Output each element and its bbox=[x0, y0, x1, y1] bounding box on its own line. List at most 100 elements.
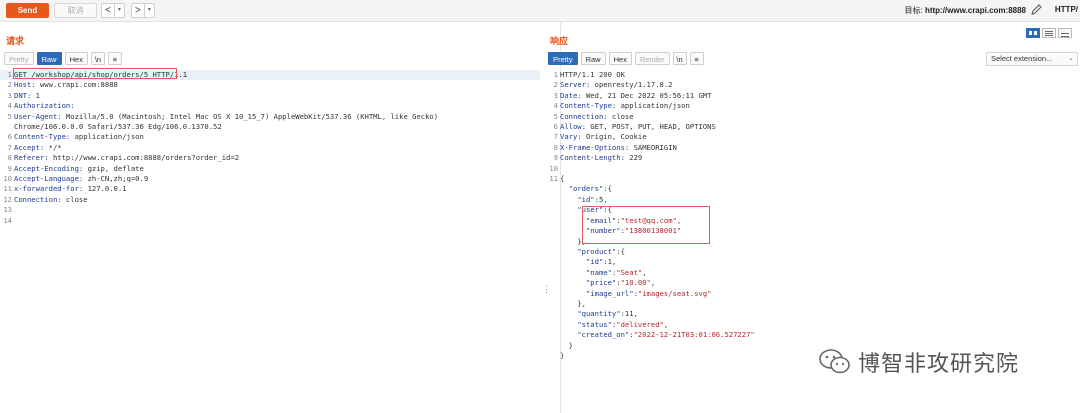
header-name: X-Frame-Options: bbox=[560, 142, 630, 152]
tab-pretty[interactable]: Pretty bbox=[4, 52, 34, 65]
edit-target-icon[interactable] bbox=[1030, 3, 1042, 17]
code-line: 12 Connection: close bbox=[0, 195, 540, 205]
line-number: 7 bbox=[553, 132, 558, 142]
request-tab-bar: Pretty Raw Hex \n ≡ bbox=[4, 52, 122, 66]
line-number bbox=[546, 247, 560, 257]
response-tab-bar: Pretty Raw Hex Render \n ≡ bbox=[548, 52, 704, 66]
code-line: 9 Content-Length: 229 bbox=[546, 153, 1076, 163]
header-value: Chrome/106.0.0.0 Safari/537.36 Edg/106.0… bbox=[14, 122, 222, 132]
line-number: 4 bbox=[553, 101, 558, 111]
header-name: Server: bbox=[560, 80, 591, 90]
line-number: 8 bbox=[7, 153, 12, 163]
line-number bbox=[546, 237, 560, 247]
header-name: Connection: bbox=[560, 111, 608, 121]
json-line: "price":"10.00", bbox=[546, 278, 1076, 288]
line-number: 5 bbox=[7, 111, 12, 121]
header-value: gzip, deflate bbox=[83, 163, 144, 173]
target-label: 目标: bbox=[904, 6, 923, 15]
header-value: Mozilla/5.0 (Macintosh; Intel Mac OS X 1… bbox=[61, 111, 439, 121]
header-value: close bbox=[61, 194, 88, 204]
line-number bbox=[546, 299, 560, 309]
forward-nav[interactable]: > ▾ bbox=[131, 3, 155, 18]
header-value: close bbox=[607, 111, 634, 121]
json-line: "quantity":11, bbox=[546, 309, 1076, 319]
line-number bbox=[546, 320, 560, 330]
header-name: Content-Type: bbox=[560, 101, 617, 111]
line-number bbox=[546, 330, 560, 340]
header-name: Referer: bbox=[14, 153, 49, 163]
tab-menu-icon[interactable]: ≡ bbox=[107, 52, 122, 65]
json-line: }, bbox=[546, 299, 1076, 309]
json-line: "id":1, bbox=[546, 257, 1076, 267]
header-value: 1 bbox=[31, 90, 40, 100]
header-value: */* bbox=[44, 142, 62, 152]
header-name: Authorization: bbox=[14, 101, 75, 111]
header-name: Vary: bbox=[560, 132, 582, 142]
json-line: "id":5, bbox=[546, 195, 1076, 205]
line-number bbox=[546, 205, 560, 215]
back-nav[interactable]: < ▾ bbox=[101, 3, 125, 18]
code-line: 10 Accept-Language: zh-CN,zh;q=0.9 bbox=[0, 174, 540, 184]
send-button[interactable]: Send bbox=[6, 3, 49, 18]
json-text: "name":"Seat", bbox=[585, 267, 647, 277]
json-line: "status":"delivered", bbox=[546, 320, 1076, 330]
code-line: Chrome/106.0.0.0 Safari/537.36 Edg/106.0… bbox=[0, 122, 540, 132]
forward-icon[interactable]: > bbox=[132, 4, 144, 17]
code-line: 1 HTTP/1.1 200 OK bbox=[546, 70, 1076, 80]
header-name: x-forwarded-for: bbox=[14, 184, 84, 194]
tab-hex[interactable]: Hex bbox=[64, 52, 88, 65]
select-extension-dropdown[interactable]: Select extension... ⌄ bbox=[986, 52, 1078, 66]
header-value: Wed, 21 Dec 2022 05:56:11 GMT bbox=[581, 90, 712, 100]
line-number: 4 bbox=[7, 101, 12, 111]
code-line: 7 Accept: */* bbox=[0, 143, 540, 153]
line-number: 1 bbox=[0, 70, 14, 81]
cancel-button[interactable]: 取消 bbox=[54, 3, 97, 18]
code-line: 4 Content-Type: application/json bbox=[546, 101, 1076, 111]
line-number: 10 bbox=[549, 163, 558, 173]
json-text: { bbox=[560, 174, 565, 184]
tab-menu-icon[interactable]: ≡ bbox=[689, 52, 704, 65]
layout-toggle bbox=[1026, 28, 1072, 38]
tab-raw[interactable]: Raw bbox=[36, 52, 62, 65]
back-dropdown-icon[interactable]: ▾ bbox=[113, 4, 124, 17]
line-number bbox=[546, 257, 560, 267]
horizontal-layout-icon[interactable] bbox=[1042, 28, 1056, 38]
tab-pretty[interactable]: Pretty bbox=[548, 52, 578, 65]
target-host: 目标: http://www.crapi.com:8888 bbox=[904, 5, 1026, 16]
line-number: 7 bbox=[7, 142, 12, 152]
code-line: 10 bbox=[546, 164, 1076, 174]
tabbed-layout-icon[interactable] bbox=[1058, 28, 1072, 38]
forward-dropdown-icon[interactable]: ▾ bbox=[143, 4, 154, 17]
code-line: 6 Allow: GET, POST, PUT, HEAD, OPTIONS bbox=[546, 122, 1076, 132]
tab-hex[interactable]: Hex bbox=[608, 52, 632, 65]
json-text: "id":1, bbox=[585, 257, 617, 267]
header-value: application/json bbox=[70, 132, 144, 142]
header-value: http://www.crapi.com:8888/orders?order_i… bbox=[48, 153, 240, 163]
line-number bbox=[546, 309, 560, 319]
tab-raw[interactable]: Raw bbox=[580, 52, 606, 65]
json-text: "image_url":"images/seat.svg" bbox=[585, 288, 712, 298]
protocol-label: HTTP/ bbox=[1054, 5, 1078, 14]
tab-render[interactable]: Render bbox=[634, 52, 670, 65]
back-icon[interactable]: < bbox=[102, 4, 114, 17]
json-text: "created_on":"2022-12-21T03:01:06.527227… bbox=[577, 330, 755, 340]
json-text: "orders":{ bbox=[568, 184, 612, 194]
code-line: 7 Vary: Origin, Cookie bbox=[546, 132, 1076, 142]
line-number bbox=[546, 226, 560, 236]
header-name: Content-Type: bbox=[14, 132, 71, 142]
header-value: application/json bbox=[616, 101, 690, 111]
line-number bbox=[546, 216, 560, 226]
line-number: 2 bbox=[553, 80, 558, 90]
tab-n[interactable]: \n bbox=[90, 52, 105, 65]
code-line: 6 Content-Type: application/json bbox=[0, 132, 540, 142]
tab-n[interactable]: \n bbox=[672, 52, 687, 65]
json-text: "id":5, bbox=[577, 194, 608, 204]
request-line-highlight bbox=[13, 68, 177, 79]
code-line: 14 bbox=[0, 216, 540, 226]
request-editor[interactable]: 1 GET /workshop/api/shop/orders/5 HTTP/1.… bbox=[0, 70, 540, 226]
select-extension-label: Select extension... bbox=[991, 54, 1053, 63]
header-value: zh-CN,zh;q=0.9 bbox=[83, 174, 149, 184]
line-number: 9 bbox=[7, 163, 12, 173]
side-by-side-layout-icon[interactable] bbox=[1026, 28, 1040, 38]
line-number: 6 bbox=[553, 122, 558, 132]
